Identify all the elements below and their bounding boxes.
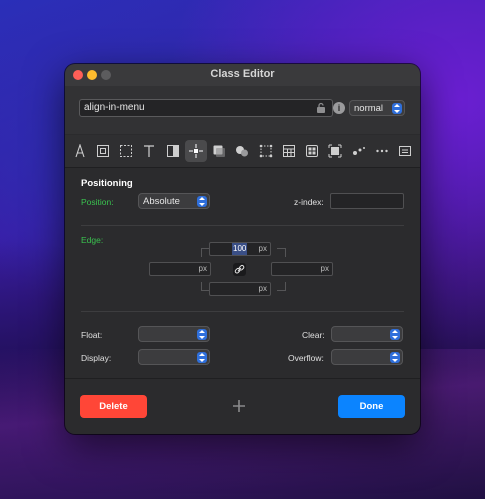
transform-icon	[259, 144, 273, 158]
box-model-icon	[97, 145, 109, 157]
edge-right-input[interactable]: px	[271, 262, 333, 276]
footer-divider	[65, 378, 420, 379]
position-select-value: Absolute	[143, 196, 180, 207]
edge-left-unit: px	[198, 264, 207, 273]
edge-left-input[interactable]: px	[149, 262, 211, 276]
position-label: Position:	[81, 197, 114, 207]
edge-top-unit: px	[258, 244, 267, 253]
state-select-value: normal	[354, 103, 384, 114]
add-icon[interactable]	[231, 398, 247, 414]
position-select[interactable]: Absolute	[138, 193, 210, 209]
edge-label: Edge:	[81, 235, 104, 245]
clear-select[interactable]	[331, 326, 403, 342]
table-icon	[283, 145, 295, 157]
shadow-icon	[213, 145, 225, 157]
style-toolbar	[65, 135, 420, 168]
title-bar: Class Editor	[65, 64, 420, 87]
flex-tool[interactable]	[324, 140, 346, 162]
edge-top-input[interactable]: 100 px	[209, 242, 271, 256]
custom-css-icon	[399, 146, 411, 156]
link-edges-button[interactable]	[233, 263, 246, 276]
select-arrows-icon	[390, 329, 400, 340]
positioning-section-title: Positioning	[81, 178, 133, 189]
select-arrows-icon	[392, 103, 402, 114]
delete-button[interactable]: Delete	[80, 395, 147, 418]
lock-icon[interactable]	[315, 102, 327, 114]
table-tool[interactable]	[278, 140, 300, 162]
grid-tool[interactable]	[301, 140, 323, 162]
done-button[interactable]: Done	[338, 395, 405, 418]
effects-icon	[236, 146, 248, 157]
position-icon	[189, 144, 203, 158]
background-tool[interactable]	[162, 140, 184, 162]
more-tool[interactable]	[371, 140, 393, 162]
shadow-tool[interactable]	[208, 140, 230, 162]
typography-icon	[75, 144, 85, 158]
clear-label: Clear:	[302, 330, 325, 340]
overflow-select[interactable]	[331, 349, 403, 365]
class-editor-window: Class Editor align-in-menu i normal Posi…	[65, 64, 420, 434]
flex-icon	[328, 144, 342, 158]
float-select[interactable]	[138, 326, 210, 342]
select-arrows-icon	[197, 196, 207, 207]
select-arrows-icon	[197, 352, 207, 363]
typography-tool[interactable]	[69, 140, 91, 162]
state-select[interactable]: normal	[349, 100, 405, 116]
edge-bracket	[277, 248, 286, 257]
edge-bottom-input[interactable]: px	[209, 282, 271, 296]
border-tool[interactable]	[115, 140, 137, 162]
info-icon[interactable]: i	[333, 102, 345, 114]
float-label: Float:	[81, 330, 103, 340]
select-arrows-icon	[197, 329, 207, 340]
background-icon	[167, 145, 179, 157]
display-label: Display:	[81, 353, 112, 363]
zindex-input[interactable]	[330, 193, 404, 209]
window-title: Class Editor	[210, 68, 275, 80]
border-icon	[120, 145, 132, 157]
select-arrows-icon	[390, 352, 400, 363]
box-model-tool[interactable]	[92, 140, 114, 162]
edge-right-unit: px	[320, 264, 329, 273]
link-icon	[234, 264, 245, 274]
edge-bracket	[277, 282, 286, 291]
more-icon	[376, 149, 388, 153]
display-select[interactable]	[138, 349, 210, 365]
edge-bottom-unit: px	[258, 284, 267, 293]
class-name-input[interactable]: align-in-menu	[79, 99, 333, 117]
section-divider	[81, 225, 404, 226]
section-divider	[81, 311, 404, 312]
effects-tool[interactable]	[231, 140, 253, 162]
animation-tool[interactable]	[348, 140, 370, 162]
animation-icon	[353, 147, 365, 155]
overflow-label: Overflow:	[288, 353, 324, 363]
text-icon	[144, 145, 154, 157]
zindex-label: z-index:	[294, 197, 324, 207]
grid-icon	[306, 145, 318, 157]
text-tool[interactable]	[138, 140, 160, 162]
position-tool[interactable]	[185, 140, 207, 162]
transform-tool[interactable]	[255, 140, 277, 162]
custom-css-tool[interactable]	[394, 140, 416, 162]
edge-top-value: 100	[232, 243, 248, 255]
